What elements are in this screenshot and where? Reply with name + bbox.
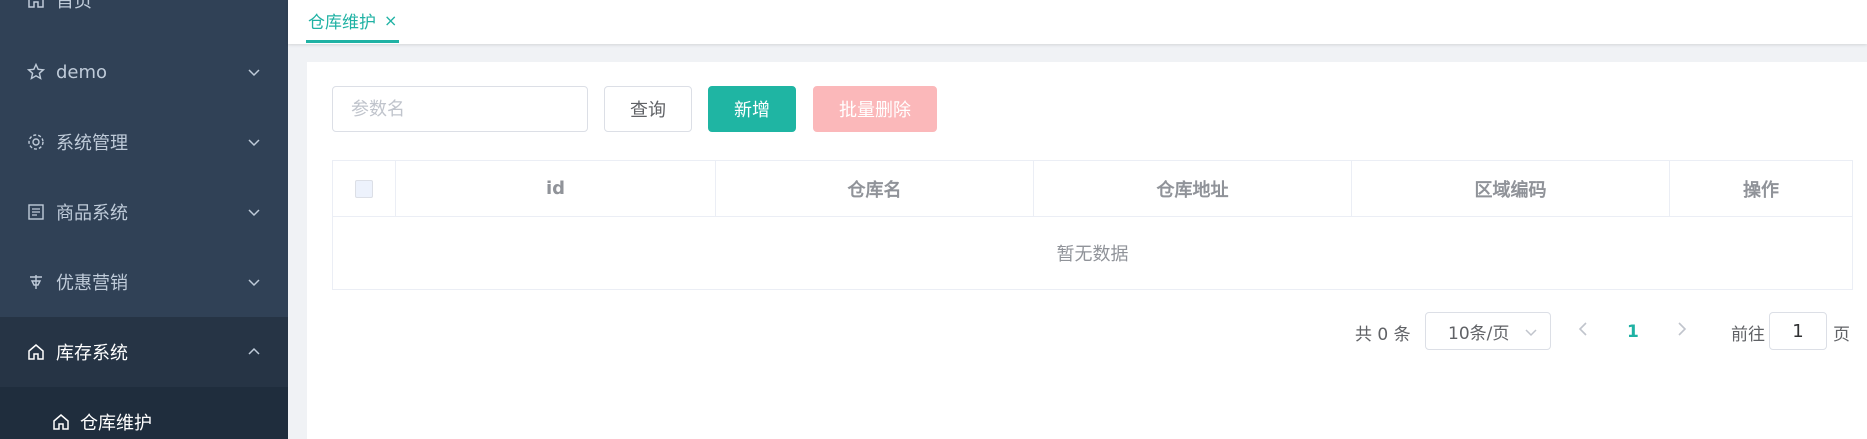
- sidebar-item-label: 系统管理: [56, 133, 128, 154]
- batch-delete-button[interactable]: 批量删除: [813, 86, 937, 132]
- search-input[interactable]: [332, 86, 588, 132]
- chevron-down-icon: [246, 64, 262, 80]
- sidebar-item-demo[interactable]: demo: [0, 37, 288, 107]
- page-number-current[interactable]: 1: [1627, 314, 1639, 350]
- select-all-cell: [333, 161, 396, 216]
- main-card: 查询 新增 批量删除 id 仓库名 仓库地址 区域编码 操作 暂无数据 共 0 …: [307, 62, 1867, 439]
- column-header-id[interactable]: id: [396, 161, 716, 216]
- sidebar-item-label: 首页: [56, 0, 92, 12]
- column-header-area-code[interactable]: 区域编码: [1352, 161, 1670, 216]
- page-size-value: 10条/页: [1448, 323, 1510, 344]
- table-header: id 仓库名 仓库地址 区域编码 操作: [333, 161, 1852, 217]
- chevron-down-icon: [246, 204, 262, 220]
- data-table: id 仓库名 仓库地址 区域编码 操作 暂无数据: [332, 160, 1853, 290]
- home-icon: [50, 411, 72, 433]
- sidebar-item-system[interactable]: 系统管理: [0, 107, 288, 177]
- column-header-warehouse-name[interactable]: 仓库名: [716, 161, 1034, 216]
- empty-text: 暂无数据: [1056, 244, 1129, 265]
- chevron-up-icon: [246, 344, 262, 360]
- sidebar-item-label: 库存系统: [56, 343, 128, 364]
- tab-warehouse[interactable]: 仓库维护 ×: [306, 0, 400, 43]
- prev-page-icon[interactable]: [1575, 320, 1593, 342]
- sidebar-item-marketing[interactable]: 优惠营销: [0, 247, 288, 317]
- goto-page-input[interactable]: [1769, 312, 1827, 350]
- next-page-icon[interactable]: [1672, 320, 1690, 342]
- sidebar-item-label: 商品系统: [56, 203, 128, 224]
- query-button[interactable]: 查询: [604, 86, 692, 132]
- home-icon: [24, 340, 48, 364]
- sidebar-item-label: demo: [56, 61, 108, 83]
- chevron-down-icon: [246, 274, 262, 290]
- gear-icon: [24, 130, 48, 154]
- coupon-icon: [24, 270, 48, 294]
- sidebar-item-product[interactable]: 商品系统: [0, 177, 288, 247]
- sidebar: 首页 demo 系统管理 商品系统 优惠营销 库存系统 仓库维护: [0, 0, 288, 439]
- chevron-down-icon: [246, 134, 262, 150]
- product-icon: [24, 200, 48, 224]
- chevron-down-icon: [1524, 324, 1538, 344]
- goto-label: 前往: [1731, 324, 1765, 345]
- sidebar-item-inventory[interactable]: 库存系统: [0, 317, 288, 387]
- star-icon: [24, 60, 48, 84]
- add-button[interactable]: 新增: [708, 86, 796, 132]
- sidebar-item-home[interactable]: 首页: [0, 0, 288, 35]
- column-header-actions: 操作: [1743, 179, 1779, 201]
- tags-bar: 仓库维护 ×: [288, 0, 1867, 44]
- close-icon[interactable]: ×: [384, 11, 397, 30]
- sidebar-subitem-label: 仓库维护: [80, 413, 152, 434]
- page-size-select[interactable]: 10条/页: [1425, 312, 1551, 350]
- pagination-total: 共 0 条: [1355, 324, 1411, 345]
- tab-label: 仓库维护: [308, 12, 376, 33]
- sidebar-subitem-warehouse[interactable]: 仓库维护: [0, 387, 288, 439]
- goto-suffix: 页: [1833, 324, 1850, 345]
- select-all-checkbox[interactable]: [355, 179, 373, 198]
- sidebar-item-label: 优惠营销: [56, 273, 128, 294]
- home-icon: [24, 0, 48, 12]
- column-header-warehouse-address[interactable]: 仓库地址: [1034, 161, 1352, 216]
